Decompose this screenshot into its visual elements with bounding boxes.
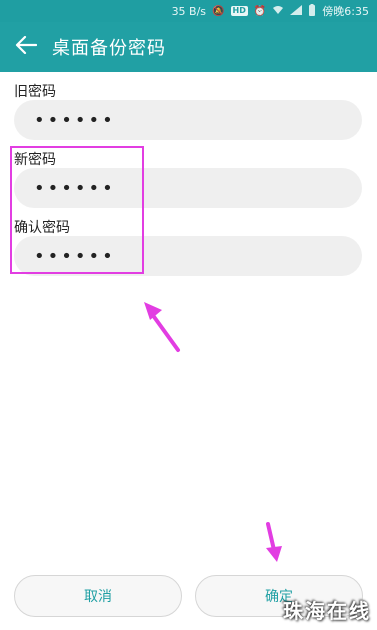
hd-badge: HD [230, 6, 248, 16]
mute-icon: 🔕 [212, 5, 225, 17]
wifi-icon [272, 5, 284, 18]
annotation-arrow-icon [144, 302, 180, 352]
confirm-password-label: 确认密码 [14, 220, 70, 236]
new-password-label: 新密码 [14, 152, 56, 168]
watermark: 珠海在线 [283, 599, 371, 623]
network-speed: 35 B/s [171, 4, 207, 18]
page-title: 桌面备份密码 [52, 38, 166, 59]
alarm-icon: ⏰ [253, 5, 267, 17]
confirm-password-field[interactable]: •••••• [14, 236, 362, 276]
old-password-label: 旧密码 [14, 84, 56, 100]
status-bar: 35 B/s 🔕 HD ⏰ 傍晚6:35 [0, 0, 377, 22]
app-bar: 桌面备份密码 [0, 22, 377, 72]
battery-icon [308, 3, 316, 19]
status-time: 傍晚6:35 [322, 5, 369, 18]
old-password-field[interactable]: •••••• [14, 100, 362, 140]
cancel-button[interactable]: 取消 [14, 575, 182, 617]
back-arrow-icon [15, 35, 38, 58]
new-password-field[interactable]: •••••• [14, 168, 362, 208]
annotation-arrow-down-icon [266, 522, 282, 562]
back-button[interactable] [0, 22, 52, 72]
signal-icon [290, 4, 303, 18]
